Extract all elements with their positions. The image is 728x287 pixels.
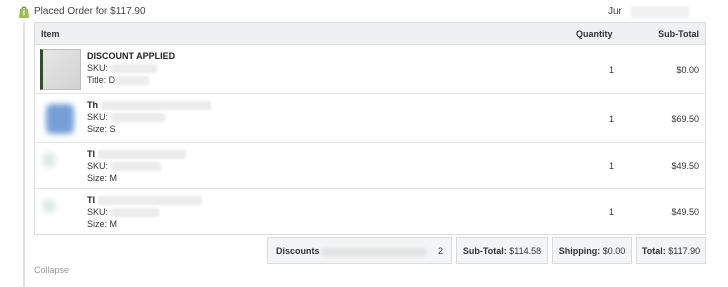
subtotal-label: Sub-Total: [462, 246, 507, 256]
product-thumbnail [40, 147, 81, 188]
redacted-date [631, 6, 689, 18]
item-size: Size: M [87, 219, 118, 229]
column-header-subtotal: Sub-Total [658, 29, 699, 39]
product-thumbnail [40, 49, 81, 90]
item-subtotal: $69.50 [671, 114, 699, 124]
discounts-value: 2 [437, 246, 443, 256]
total-label: Total: [641, 246, 666, 256]
redacted-name [100, 101, 211, 111]
item-subtotal: $49.50 [671, 161, 699, 171]
redacted-title [115, 76, 150, 86]
item-info: Tl SKU: Size: M [87, 194, 202, 230]
total-summary: Total: $117.90 [636, 237, 706, 264]
item-sku-label: SKU: [87, 161, 109, 171]
timeline-line [23, 22, 25, 287]
redacted-name [97, 196, 202, 206]
item-title-label: Title: D [87, 75, 116, 85]
item-name: Tl [87, 195, 95, 205]
collapse-link[interactable]: Collapse [34, 265, 69, 275]
table-row: Th SKU: Size: S 1 $69.50 [35, 94, 705, 143]
table-row: Tl SKU: Size: M 1 $49.50 [35, 189, 705, 234]
column-header-quantity: Quantity [576, 29, 613, 39]
item-info: DISCOUNT APPLIED SKU: Title: D [87, 50, 175, 86]
redacted-sku [110, 162, 161, 172]
product-thumbnail [40, 193, 81, 234]
table-header: Item Quantity Sub-Total [35, 23, 705, 45]
redacted-sku [110, 64, 157, 74]
event-title: Placed Order for $117.90 [34, 6, 146, 17]
event-date: Jur [608, 6, 622, 17]
redacted-discount-code [322, 248, 426, 256]
subtotal-value: $114.58 [509, 246, 542, 256]
item-info: Th SKU: Size: S [87, 99, 211, 135]
shipping-summary: Shipping: $0.00 [552, 237, 632, 264]
order-items-table: Item Quantity Sub-Total DISCOUNT APPLIED… [34, 22, 706, 235]
table-row: DISCOUNT APPLIED SKU: Title: D 1 $0.00 [35, 45, 705, 94]
discounts-label: Discounts [276, 246, 320, 256]
item-sku-label: SKU: [87, 63, 109, 73]
item-sku-label: SKU: [87, 207, 109, 217]
item-quantity: 1 [609, 207, 615, 217]
redacted-name [97, 150, 186, 160]
shipping-value: $0.00 [602, 246, 626, 256]
item-size: Size: S [87, 124, 116, 134]
table-row: Tl SKU: Size: M 1 $49.50 [35, 143, 705, 189]
order-event-header: Placed Order for $117.90 Jur [18, 5, 718, 21]
item-quantity: 1 [609, 161, 615, 171]
shopping-bag-icon [19, 6, 29, 18]
subtotal-summary: Sub-Total: $114.58 [456, 237, 548, 264]
item-name: DISCOUNT APPLIED [87, 51, 176, 61]
total-value: $117.90 [668, 246, 701, 256]
redacted-sku [110, 208, 159, 218]
item-subtotal: $49.50 [671, 207, 699, 217]
shipping-label: Shipping: [558, 246, 601, 256]
item-info: Tl SKU: Size: M [87, 148, 186, 184]
item-sku-label: SKU: [87, 112, 109, 122]
item-size: Size: M [87, 173, 118, 183]
redacted-sku [110, 113, 165, 123]
discounts-summary: Discounts 2 [267, 237, 452, 264]
item-quantity: 1 [609, 65, 615, 75]
item-subtotal: $0.00 [676, 65, 699, 75]
item-name: Th [87, 100, 98, 110]
column-header-item: Item [41, 29, 60, 39]
item-name: Tl [87, 149, 95, 159]
item-quantity: 1 [609, 114, 615, 124]
product-thumbnail [40, 98, 81, 139]
